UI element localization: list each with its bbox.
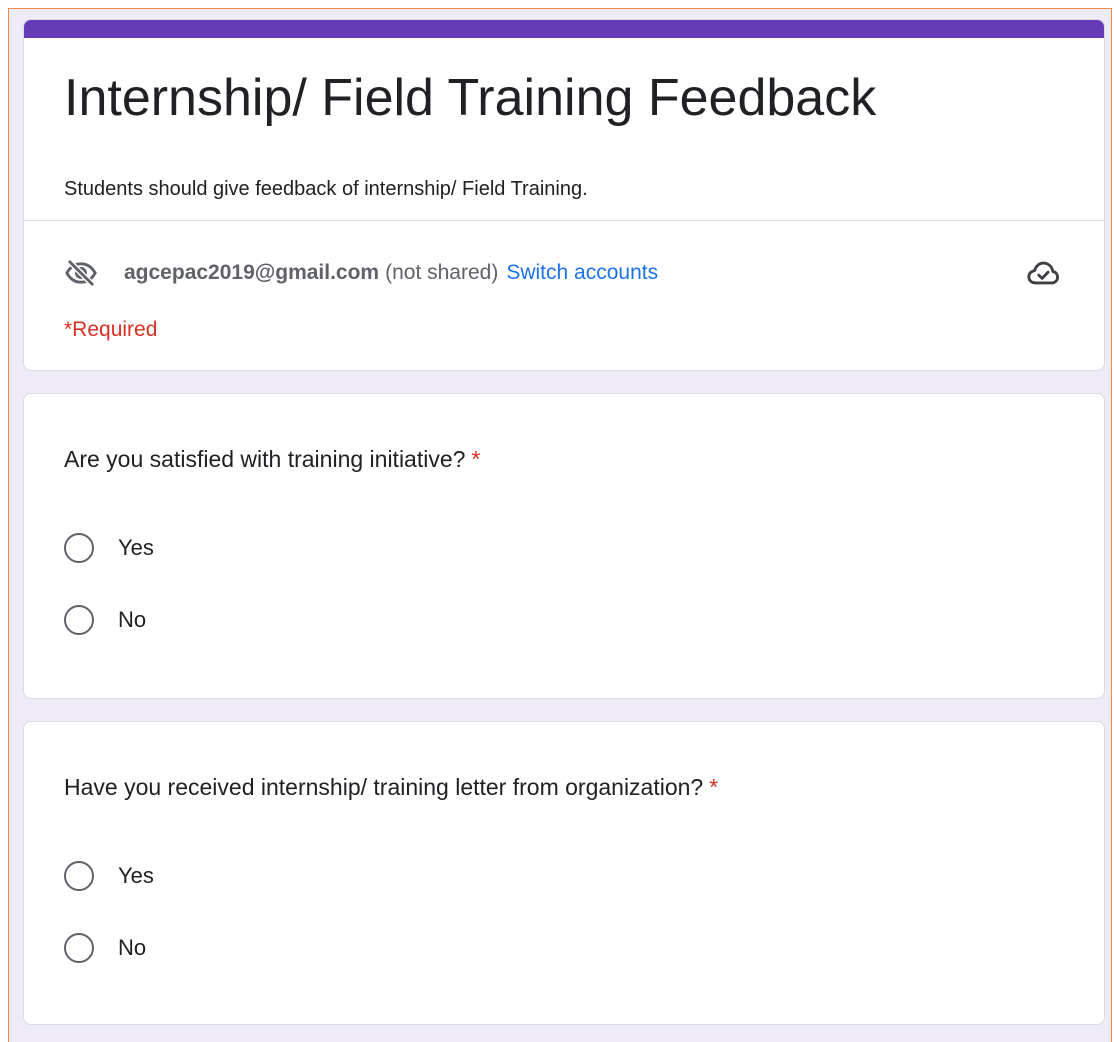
question-text: Have you received internship/ training l… [64,774,704,800]
required-asterisk: * [709,774,719,800]
eye-off-icon [64,256,98,290]
radio-option-no[interactable]: No [64,602,146,638]
radio-option-yes[interactable]: Yes [64,530,154,566]
cloud-done-icon [1024,256,1062,290]
account-email: agcepac2019@gmail.com [124,261,380,284]
option-label: Yes [118,535,154,560]
radio-option-no[interactable]: No [64,930,146,966]
question-card: Are you satisfied with training initiati… [23,393,1105,699]
question-title: Are you satisfied with training initiati… [64,446,480,473]
option-label: No [118,935,147,960]
switch-accounts-link[interactable]: Switch accounts [506,261,658,285]
accent-bar [24,20,1104,38]
radio-button[interactable] [64,605,94,635]
question-text: Are you satisfied with training initiati… [64,446,466,472]
question-card: Have you received internship/ training l… [23,721,1105,1025]
header-divider [24,220,1104,221]
form-header-card: Internship/ Field Training Feedback Stud… [23,19,1105,371]
radio-button[interactable] [64,533,94,563]
form-title: Internship/ Field Training Feedback [64,69,877,127]
radio-option-yes[interactable]: Yes [64,858,154,894]
option-label: No [118,607,147,632]
sharing-note: (not shared) [385,261,499,284]
radio-button[interactable] [64,861,94,891]
required-note: *Required [64,318,158,341]
account-row: agcepac2019@gmail.com (not shared) Switc… [64,256,658,290]
form-description: Students should give feedback of interns… [64,178,588,200]
question-title: Have you received internship/ training l… [64,774,718,801]
form-page: Internship/ Field Training Feedback Stud… [8,8,1112,1042]
option-label: Yes [118,863,154,888]
radio-button[interactable] [64,933,94,963]
required-asterisk: * [471,446,481,472]
